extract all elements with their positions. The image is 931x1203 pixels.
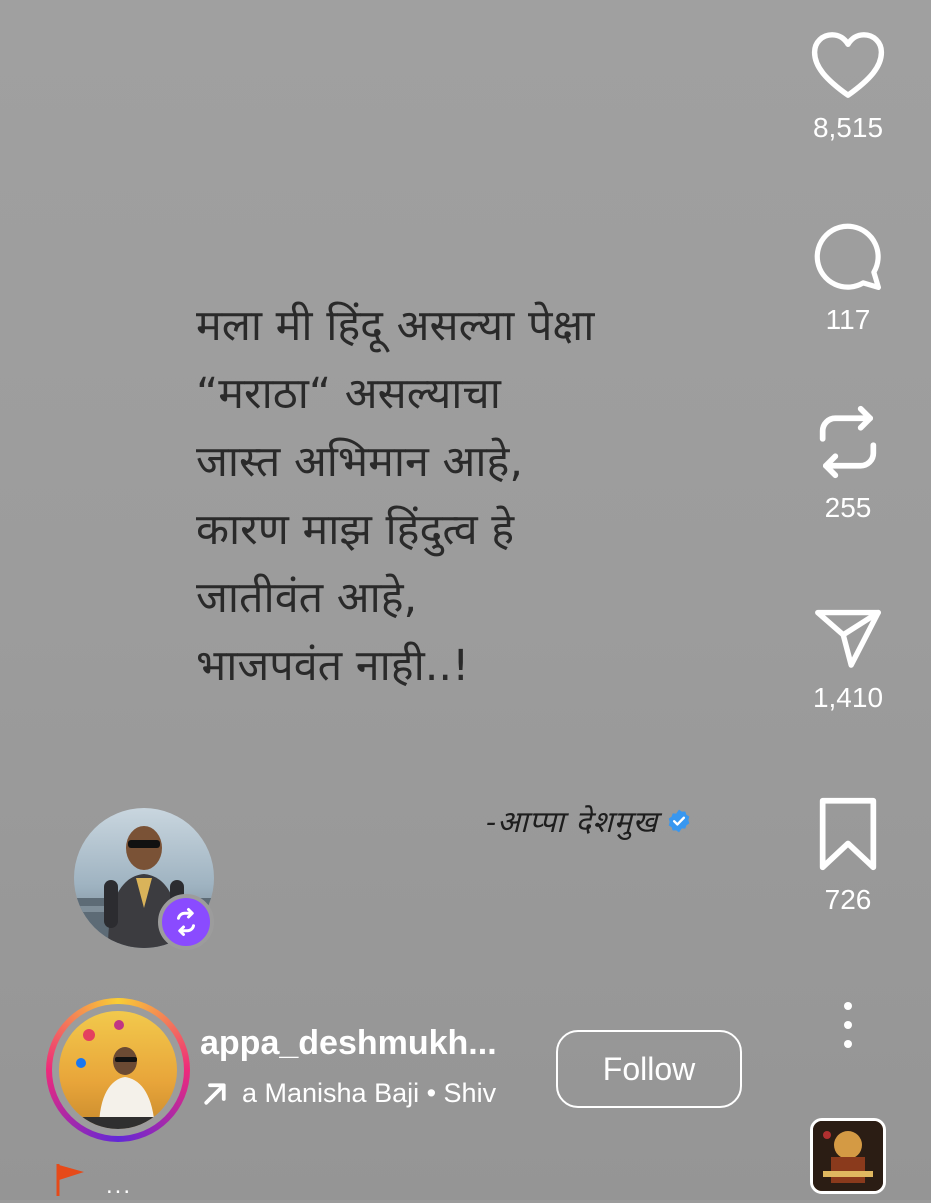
- arrow-up-right-icon: [204, 1082, 226, 1105]
- dot: [844, 1021, 852, 1029]
- send-icon[interactable]: [813, 606, 883, 670]
- dot: [844, 1002, 852, 1010]
- audio-label: a Manisha Baji • Shiv: [242, 1078, 497, 1108]
- follow-button[interactable]: Follow: [556, 1030, 742, 1108]
- quote-line: जास्त अभिमान आहे,: [196, 437, 523, 487]
- author-username[interactable]: appa_deshmukh...: [200, 1024, 520, 1063]
- quote-line: कारण माझ हिंदुत्व हे: [196, 505, 515, 555]
- verified-badge-icon: [668, 809, 690, 832]
- save-action[interactable]: 726: [788, 796, 908, 916]
- audio-thumbnail[interactable]: [810, 1118, 886, 1194]
- author-photo: [76, 1020, 159, 1129]
- share-count: 1,410: [812, 682, 884, 713]
- comment-bubble-icon[interactable]: [809, 222, 887, 292]
- bookmark-icon[interactable]: [816, 796, 880, 872]
- audio-row[interactable]: a Manisha Baji • Shiv: [200, 1078, 532, 1109]
- flag-icon: [52, 1162, 88, 1203]
- share-action[interactable]: 1,410: [788, 606, 908, 714]
- dot: [844, 1040, 852, 1048]
- caption-ellipsis: ...: [106, 1172, 133, 1199]
- quote-line: जातीवंत आहे,: [196, 573, 418, 623]
- repost-badge-icon: [177, 908, 195, 936]
- like-count: 8,515: [812, 112, 884, 143]
- quote-line: “मराठा“ असल्याचा: [196, 369, 501, 419]
- post-quote: मला मी हिंदू असल्या पेक्षा “मराठा“ असल्य…: [196, 292, 756, 700]
- author-avatar-ring[interactable]: [46, 998, 190, 1142]
- quote-line: भाजपवंत नाही..!: [196, 641, 470, 691]
- signature-text: -आप्पा देशमुख: [486, 805, 659, 840]
- repost-action[interactable]: 255: [788, 404, 908, 524]
- reel-stage[interactable]: मला मी हिंदू असल्या पेक्षा “मराठा“ असल्य…: [0, 0, 931, 1200]
- author-avatar[interactable]: [59, 1011, 177, 1129]
- repost-icon[interactable]: [813, 404, 883, 480]
- repost-badge: [158, 894, 214, 950]
- save-count: 726: [824, 884, 872, 915]
- comment-action[interactable]: 117: [788, 222, 908, 336]
- audio-cover-art: [813, 1121, 883, 1191]
- author-avatar-border: [52, 1004, 184, 1136]
- like-action[interactable]: 8,515: [788, 30, 908, 144]
- post-signature: -आप्पा देशमुख: [486, 800, 692, 841]
- comment-count: 117: [825, 304, 871, 335]
- more-dots-icon[interactable]: [836, 1002, 860, 1048]
- quote-line: मला मी हिंदू असल्या पेक्षा: [196, 301, 595, 351]
- heart-icon[interactable]: [809, 30, 887, 100]
- repost-count: 255: [824, 492, 872, 523]
- flag-shape: [56, 1164, 84, 1196]
